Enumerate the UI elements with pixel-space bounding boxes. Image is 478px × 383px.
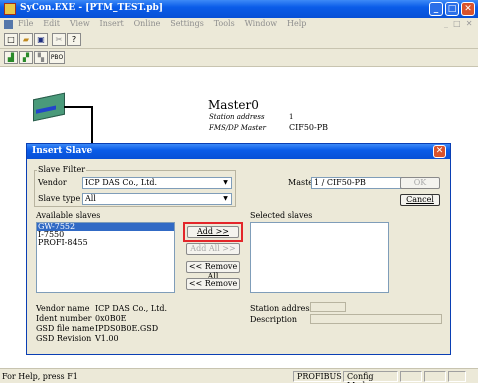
list-item[interactable]: PROFI-8455 xyxy=(37,239,174,247)
gsd-file-label: GSD file name xyxy=(36,324,95,333)
menu-bar: File Edit View Insert Online Settings To… xyxy=(0,18,478,31)
remove-all-button[interactable]: << Remove All xyxy=(186,261,240,281)
window-title: SyCon.EXE - [PTM_TEST.pb] xyxy=(20,3,164,13)
insert-master-icon[interactable]: ▟ xyxy=(4,51,18,64)
chevron-down-icon: ▼ xyxy=(223,179,228,186)
status-mode: Config Mode xyxy=(343,371,398,383)
new-file-icon[interactable]: □ xyxy=(4,33,18,46)
description-field[interactable] xyxy=(310,314,442,324)
menu-help[interactable]: Help xyxy=(287,19,306,28)
available-slaves-list[interactable]: GW-7552 I-7550 PROFI-8455 xyxy=(36,222,175,293)
slave-filter-label: Slave Filter xyxy=(37,165,87,174)
insert-slave-icon[interactable]: ▞ xyxy=(19,51,33,64)
slave-type-select[interactable]: All ▼ xyxy=(82,193,232,205)
gsd-revision-label: GSD Revision xyxy=(36,334,92,343)
device-toolbar: ▟ ▞ ▚ PBO xyxy=(0,49,478,67)
menu-settings[interactable]: Settings xyxy=(170,19,204,28)
help-icon[interactable]: ? xyxy=(67,33,81,46)
open-folder-icon[interactable]: ▰ xyxy=(19,33,33,46)
menu-file[interactable]: File xyxy=(18,19,33,28)
ident-number-value: 0x0B0E xyxy=(95,314,127,323)
gsd-file-value: IPDS0B0E.GSD xyxy=(95,324,159,333)
master-name: Master0 xyxy=(208,98,259,112)
add-button[interactable]: Add >> xyxy=(187,226,239,238)
dialog-close-button[interactable]: ✕ xyxy=(433,145,446,158)
menu-online[interactable]: Online xyxy=(134,19,161,28)
document-icon xyxy=(4,20,13,29)
available-slaves-label: Available slaves xyxy=(36,211,101,220)
remove-button[interactable]: << Remove xyxy=(186,278,240,290)
cancel-button[interactable]: Cancel xyxy=(400,194,440,206)
minimize-button[interactable]: _ xyxy=(429,2,443,16)
dialog-title-bar: Insert Slave ✕ xyxy=(27,144,450,159)
station-address-label: Station address xyxy=(250,304,314,313)
ident-number-label: Ident number xyxy=(36,314,92,323)
app-icon xyxy=(4,3,16,15)
master-type-value: CIF50-PB xyxy=(289,123,328,132)
close-button[interactable]: ✕ xyxy=(461,2,475,16)
slave-type-label: Slave type xyxy=(38,194,81,203)
station-address-field[interactable] xyxy=(310,302,346,312)
status-pane xyxy=(400,371,422,382)
master-type-label: FMS/DP Master xyxy=(209,124,266,132)
slave-type-select-value: All xyxy=(85,194,96,203)
vendor-name-label: Vendor name xyxy=(36,304,90,313)
maximize-button[interactable]: □ xyxy=(445,2,459,16)
menu-insert[interactable]: Insert xyxy=(100,19,124,28)
chevron-down-icon: ▼ xyxy=(223,195,228,202)
insert-slave-dialog: Insert Slave ✕ Slave Filter Vendor ICP D… xyxy=(26,143,451,355)
vendor-label: Vendor xyxy=(38,178,67,187)
master-station-label: Station address xyxy=(209,113,265,121)
ok-button[interactable]: OK xyxy=(400,177,440,189)
description-label: Description xyxy=(250,315,297,324)
dialog-title: Insert Slave xyxy=(32,146,93,156)
status-bus: PROFIBUS xyxy=(293,371,342,382)
standard-toolbar: □ ▰ ▣ ✂ ? xyxy=(0,31,478,49)
vendor-select[interactable]: ICP DAS Co., Ltd. ▼ xyxy=(82,177,232,189)
status-pane xyxy=(448,371,466,382)
selected-slaves-label: Selected slaves xyxy=(250,211,313,220)
master-station-value: 1 xyxy=(289,113,294,121)
master-device-icon[interactable] xyxy=(33,92,65,122)
bus-connector xyxy=(64,106,92,108)
status-help-text: For Help, press F1 xyxy=(2,372,78,381)
replace-device-icon[interactable]: ▚ xyxy=(34,51,48,64)
menu-view[interactable]: View xyxy=(70,19,90,28)
bus-line xyxy=(91,106,93,146)
gsd-revision-value: V1.00 xyxy=(95,334,119,343)
menu-tools[interactable]: Tools xyxy=(214,19,235,28)
add-all-button[interactable]: Add All >> xyxy=(186,243,240,255)
selected-slaves-list[interactable] xyxy=(250,222,389,293)
master-select-value: 1 / CIF50-PB xyxy=(314,178,366,187)
window-title-bar: SyCon.EXE - [PTM_TEST.pb] _ □ ✕ xyxy=(0,0,478,18)
status-pane xyxy=(424,371,446,382)
save-icon[interactable]: ▣ xyxy=(34,33,48,46)
status-bar: For Help, press F1 PROFIBUS Config Mode xyxy=(0,368,478,383)
menu-edit[interactable]: Edit xyxy=(43,19,60,28)
pbo-button[interactable]: PBO xyxy=(49,51,65,64)
mdi-controls[interactable]: _ □ ✕ xyxy=(444,19,472,28)
cut-icon[interactable]: ✂ xyxy=(52,33,66,46)
vendor-name-value: ICP DAS Co., Ltd. xyxy=(95,304,168,313)
vendor-select-value: ICP DAS Co., Ltd. xyxy=(85,178,158,187)
menu-window[interactable]: Window xyxy=(245,19,278,28)
